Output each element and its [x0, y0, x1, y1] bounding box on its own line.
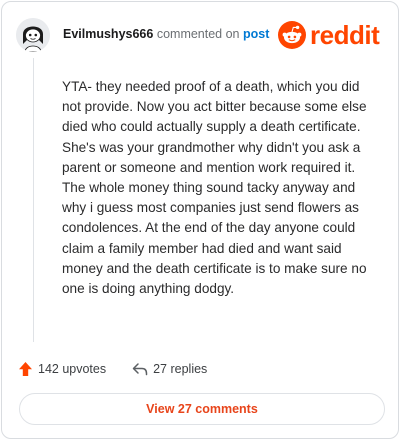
view-comments-button[interactable]: View 27 comments: [19, 393, 385, 425]
replies-button[interactable]: 27 replies: [132, 362, 207, 376]
comment-body: YTA- they needed proof of a death, which…: [62, 79, 367, 297]
username[interactable]: Evilmushys666: [63, 27, 153, 41]
thread-line: [33, 58, 34, 342]
upvote-button[interactable]: 142 upvotes: [18, 361, 106, 377]
upvote-count: 142 upvotes: [38, 362, 107, 376]
post-link[interactable]: post: [243, 27, 269, 41]
upvote-arrow-icon: [19, 362, 32, 376]
snoo-avatar-icon: [16, 18, 50, 52]
commented-on-label: commented on: [156, 27, 240, 41]
comment-card: Evilmushys666 commented on post reddit Y…: [1, 1, 399, 439]
reddit-wordmark: reddit: [310, 20, 380, 50]
comment-header: Evilmushys666 commented on post reddit: [16, 18, 388, 52]
comment-meta: Evilmushys666 commented on post: [63, 27, 269, 41]
avatar[interactable]: [16, 18, 50, 52]
reply-arrow-icon: [132, 363, 148, 376]
reddit-logo[interactable]: reddit: [278, 18, 380, 52]
replies-count: 27 replies: [153, 362, 208, 376]
comment-actions: 142 upvotes 27 replies: [18, 359, 207, 379]
reddit-logo-icon: [278, 21, 306, 49]
